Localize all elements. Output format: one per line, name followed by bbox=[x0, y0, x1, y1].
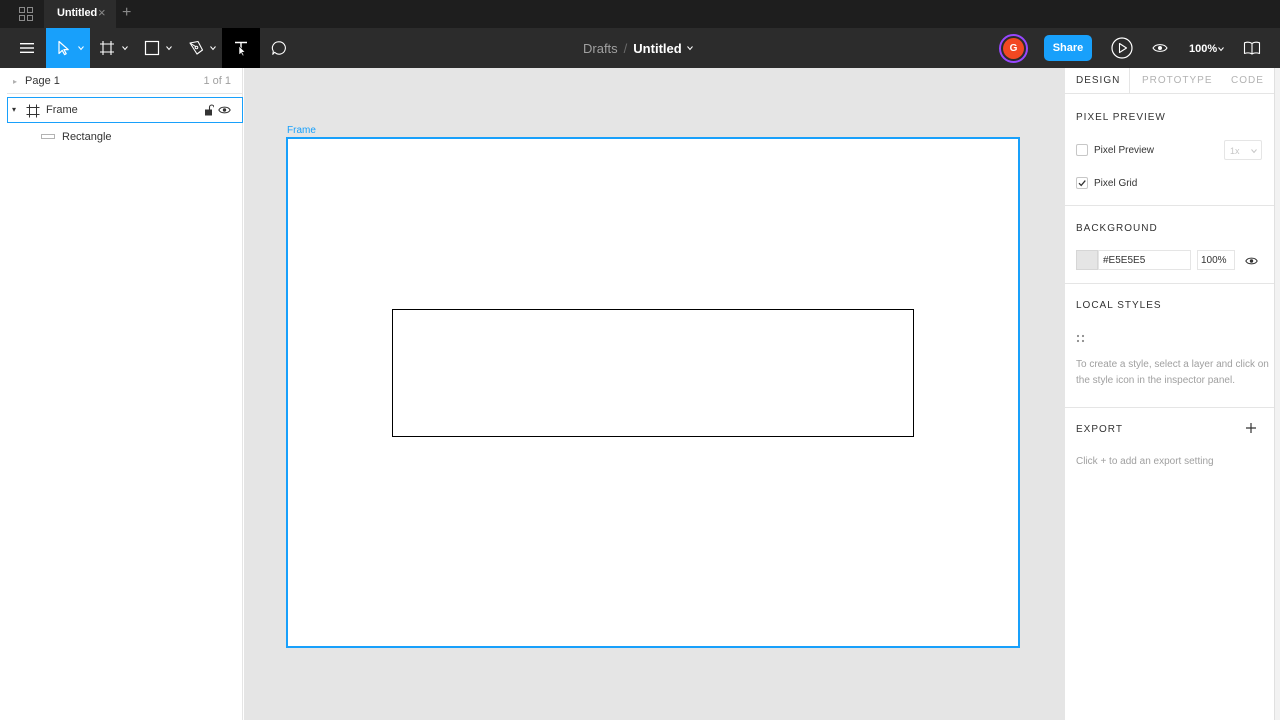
pixel-preview-title: PIXEL PREVIEW bbox=[1076, 112, 1166, 123]
shape-tool-button[interactable] bbox=[134, 28, 178, 68]
library-button[interactable] bbox=[1238, 28, 1266, 68]
text-tool-button[interactable] bbox=[222, 28, 260, 68]
avatar[interactable]: G bbox=[999, 34, 1028, 63]
page-name: Page 1 bbox=[25, 75, 60, 87]
inspector-tabs: DESIGN PROTOTYPE CODE bbox=[1065, 68, 1275, 94]
frame-artboard[interactable] bbox=[286, 137, 1020, 648]
canvas[interactable]: Frame bbox=[244, 68, 1064, 720]
frame-label[interactable]: Frame bbox=[287, 125, 316, 136]
comment-tool-button[interactable] bbox=[260, 28, 298, 68]
pen-tool-button[interactable] bbox=[178, 28, 222, 68]
chevron-down-icon[interactable]: ▾ bbox=[12, 105, 16, 114]
chevron-down-icon[interactable] bbox=[1218, 46, 1224, 52]
cursor-icon bbox=[58, 40, 69, 56]
frame-tool-button[interactable] bbox=[90, 28, 134, 68]
breadcrumb: Drafts / Untitled bbox=[583, 40, 693, 56]
background-opacity-input[interactable]: 100% bbox=[1197, 250, 1235, 270]
rectangle-icon bbox=[41, 134, 55, 139]
style-icon bbox=[1076, 334, 1085, 343]
tab-divider bbox=[1129, 68, 1130, 94]
checkmark-icon bbox=[1078, 180, 1086, 187]
tab-code[interactable]: CODE bbox=[1231, 75, 1264, 86]
inspector-panel: DESIGN PROTOTYPE CODE PIXEL PREVIEW Pixe… bbox=[1064, 68, 1275, 720]
chevron-down-icon bbox=[122, 46, 128, 51]
eye-icon bbox=[1152, 44, 1168, 52]
grid-icon[interactable] bbox=[18, 6, 34, 22]
export-title: EXPORT bbox=[1076, 424, 1123, 435]
present-button[interactable] bbox=[1106, 28, 1138, 68]
local-styles-title: LOCAL STYLES bbox=[1076, 300, 1162, 311]
pixel-scale-value: 1x bbox=[1230, 146, 1240, 156]
export-hint: Click + to add an export setting bbox=[1076, 456, 1214, 467]
new-tab-button[interactable]: + bbox=[122, 4, 131, 22]
chevron-down-icon bbox=[166, 46, 172, 51]
hamburger-icon bbox=[20, 43, 34, 53]
eye-icon[interactable] bbox=[218, 105, 231, 115]
tab-prototype[interactable]: PROTOTYPE bbox=[1142, 75, 1213, 86]
chevron-right-icon: ▸ bbox=[13, 77, 18, 86]
pixel-grid-label: Pixel Grid bbox=[1094, 178, 1138, 189]
move-tool-button[interactable] bbox=[46, 28, 90, 68]
zoom-level[interactable]: 100% bbox=[1189, 43, 1217, 55]
title-bar: Untitled × + bbox=[0, 0, 1280, 28]
toolbar: Drafts / Untitled G Share 100% bbox=[0, 28, 1280, 68]
layer-name: Rectangle bbox=[62, 131, 112, 143]
text-icon bbox=[235, 41, 247, 56]
pixel-grid-checkbox[interactable] bbox=[1076, 177, 1088, 189]
pixel-preview-label: Pixel Preview bbox=[1094, 145, 1155, 156]
file-tab-label: Untitled bbox=[57, 7, 98, 19]
layer-name: Frame bbox=[46, 104, 78, 116]
pen-icon bbox=[189, 40, 204, 55]
page-count: 1 of 1 bbox=[203, 75, 231, 87]
book-icon bbox=[1243, 41, 1261, 55]
plus-icon[interactable] bbox=[1245, 422, 1257, 434]
share-button[interactable]: Share bbox=[1044, 35, 1092, 61]
chevron-down-icon bbox=[78, 46, 84, 51]
play-icon bbox=[1111, 37, 1133, 59]
pixel-scale-select[interactable]: 1x bbox=[1224, 140, 1262, 160]
chevron-down-icon bbox=[210, 46, 216, 51]
breadcrumb-separator: / bbox=[623, 40, 628, 56]
right-window-edge bbox=[1274, 68, 1280, 720]
tab-design[interactable]: DESIGN bbox=[1076, 75, 1120, 86]
view-toggle-button[interactable] bbox=[1146, 28, 1174, 68]
square-icon bbox=[144, 40, 160, 56]
rectangle-shape[interactable] bbox=[392, 309, 914, 437]
layer-row-frame[interactable]: ▾ Frame bbox=[7, 97, 243, 123]
file-name[interactable]: Untitled bbox=[633, 41, 681, 56]
background-hex-input[interactable]: #E5E5E5 bbox=[1098, 250, 1191, 270]
section-divider bbox=[1065, 283, 1275, 284]
layer-row-rectangle[interactable]: Rectangle bbox=[7, 124, 243, 150]
main-menu-button[interactable] bbox=[8, 28, 46, 68]
frame-icon bbox=[26, 104, 40, 118]
pixel-preview-checkbox[interactable] bbox=[1076, 144, 1088, 156]
local-styles-hint: To create a style, select a layer and cl… bbox=[1076, 359, 1269, 386]
background-swatch[interactable] bbox=[1076, 250, 1098, 270]
file-tab[interactable]: Untitled × bbox=[44, 0, 116, 28]
chevron-down-icon bbox=[1251, 149, 1257, 154]
frame-icon bbox=[100, 41, 114, 55]
unlock-icon[interactable] bbox=[204, 104, 214, 116]
layers-panel: ▸ Page 1 1 of 1 ▾ Frame Rectangle bbox=[0, 68, 243, 720]
section-divider bbox=[1065, 407, 1275, 408]
avatar-initial: G bbox=[1003, 38, 1024, 59]
comment-icon bbox=[271, 41, 286, 55]
page-selector[interactable]: ▸ Page 1 1 of 1 bbox=[7, 68, 243, 94]
background-title: BACKGROUND bbox=[1076, 223, 1158, 234]
chevron-down-icon[interactable] bbox=[686, 45, 693, 51]
project-link[interactable]: Drafts bbox=[583, 41, 618, 56]
eye-icon[interactable] bbox=[1245, 256, 1258, 266]
close-icon[interactable]: × bbox=[98, 6, 106, 20]
section-divider bbox=[1065, 205, 1275, 206]
